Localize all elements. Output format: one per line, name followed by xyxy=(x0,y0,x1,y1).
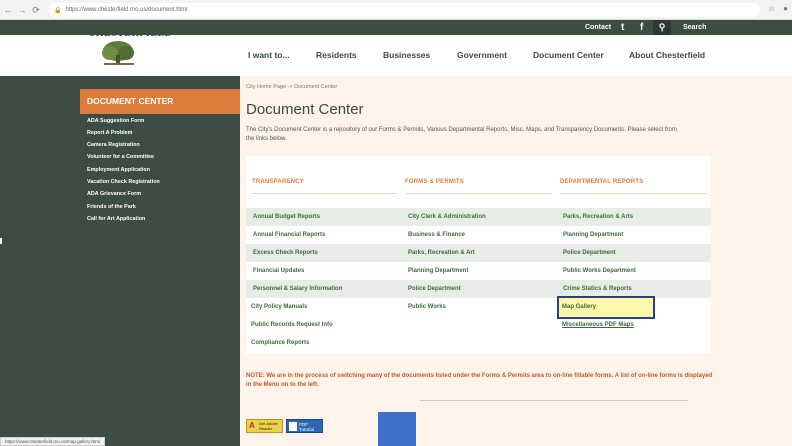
link-business-finance[interactable]: Business & Finance xyxy=(408,232,465,238)
sidebar-item-employment[interactable]: Employment Application xyxy=(87,167,150,173)
contact-link[interactable]: Contact xyxy=(585,20,611,35)
nav-i-want-to[interactable]: I want to... xyxy=(248,50,290,60)
nav-government[interactable]: Government xyxy=(457,50,507,60)
star-icon[interactable]: ☆ xyxy=(768,4,775,13)
link-map-gallery[interactable]: Map Gallery xyxy=(562,304,596,310)
browser-toolbar: ← → ⟳ 🔒 https://www.chesterfield.mo.us/d… xyxy=(0,0,792,20)
divider xyxy=(405,193,552,194)
nav-document-center[interactable]: Document Center xyxy=(533,50,604,60)
departmental-reports-header: DEPARTMENTAL REPORTS xyxy=(560,179,644,185)
link-annual-financial[interactable]: Annual Financial Reports xyxy=(253,232,325,238)
forms-permits-header: FORMS & PERMITS xyxy=(405,179,465,185)
site-header: CHESTERFIELD I want to... Residents Busi… xyxy=(0,28,792,76)
adobe-reader-badge[interactable]: A Get Adobe Reader xyxy=(246,419,283,433)
adobe-badge-text: Get Adobe Reader xyxy=(259,421,278,431)
sidebar-item-ada-suggestion[interactable]: ADA Suggestion Form xyxy=(87,118,144,124)
link-city-policy[interactable]: City Policy Manuals xyxy=(251,304,307,310)
divider xyxy=(420,400,688,401)
pdf-tutorial-badge[interactable]: PDF Tutorial xyxy=(286,419,323,433)
breadcrumb[interactable]: City Home Page -> Document Center xyxy=(246,84,337,90)
transparency-header: TRANSPARENCY xyxy=(252,179,304,185)
sidebar-item-ada-grievance[interactable]: ADA Grievance Form xyxy=(87,191,141,197)
forward-icon[interactable]: → xyxy=(16,4,28,16)
facebook-icon[interactable]: f xyxy=(640,20,643,35)
link-parks-rec-arts-report[interactable]: Parks, Recreation & Arts xyxy=(563,214,633,220)
reload-icon[interactable]: ⟳ xyxy=(30,4,42,16)
url-text[interactable]: https://www.chesterfield.mo.us/document.… xyxy=(65,7,187,13)
link-crime-statics[interactable]: Crime Statics & Reports xyxy=(563,286,632,292)
address-bar[interactable]: 🔒 https://www.chesterfield.mo.us/documen… xyxy=(48,3,760,17)
mouse-cursor xyxy=(0,238,2,244)
link-personnel-salary[interactable]: Personnel & Salary Information xyxy=(253,286,342,292)
divider xyxy=(560,193,707,194)
link-police-report[interactable]: Police Department xyxy=(563,250,616,256)
back-icon[interactable]: ← xyxy=(2,4,14,16)
blue-overlay-block xyxy=(378,412,416,446)
logo-text[interactable]: CHESTERFIELD xyxy=(88,28,172,39)
link-police-forms[interactable]: Police Department xyxy=(408,286,461,292)
sidebar-item-call-for-art[interactable]: Call for Art Application xyxy=(87,216,145,222)
divider xyxy=(252,193,397,194)
search-icon[interactable]: ⚲ xyxy=(653,20,671,35)
intro-text: The City's Document Center is a reposito… xyxy=(246,127,677,142)
sidebar-item-report-problem[interactable]: Report A Problem xyxy=(87,130,132,136)
twitter-icon[interactable]: t xyxy=(621,20,624,35)
document-icon xyxy=(289,422,297,431)
sidebar-item-friends-park[interactable]: Friends of the Park xyxy=(87,204,136,210)
tree-logo-icon[interactable] xyxy=(86,39,164,73)
nav-residents[interactable]: Residents xyxy=(316,50,357,60)
adobe-icon: A xyxy=(249,421,255,430)
link-planning-forms[interactable]: Planning Department xyxy=(408,268,468,274)
link-annual-budget[interactable]: Annual Budget Reports xyxy=(253,214,320,220)
page-title: Document Center xyxy=(246,101,364,118)
link-misc-pdf-maps[interactable]: Miscellaneous PDF Maps xyxy=(562,322,634,328)
status-bar-url: https://www.chesterfield.mo.us/map-galle… xyxy=(0,437,105,446)
link-public-works-report[interactable]: Public Works Department xyxy=(563,268,636,274)
sidebar-item-volunteer[interactable]: Volunteer for a Committee xyxy=(87,154,154,160)
sidebar-title: DOCUMENT CENTER xyxy=(80,89,240,114)
lock-icon: 🔒 xyxy=(54,7,62,14)
link-planning-report[interactable]: Planning Department xyxy=(563,232,623,238)
profile-icon[interactable]: ● xyxy=(783,4,788,13)
nav-businesses[interactable]: Businesses xyxy=(383,50,430,60)
link-excess-check[interactable]: Excess Check Reports xyxy=(253,250,318,256)
link-public-works-forms[interactable]: Public Works xyxy=(408,304,446,310)
link-compliance-reports[interactable]: Compliance Reports xyxy=(251,340,309,346)
forms-note: NOTE: We are in the process of switching… xyxy=(246,373,713,388)
sidebar-item-camera-registration[interactable]: Camera Registration xyxy=(87,142,140,148)
link-parks-rec-art[interactable]: Parks, Recreation & Art xyxy=(408,250,475,256)
sidebar-item-vacation-check[interactable]: Vacation Check Registration xyxy=(87,179,160,185)
nav-about-chesterfield[interactable]: About Chesterfield xyxy=(629,50,705,60)
link-public-records[interactable]: Public Records Request Info xyxy=(251,322,333,328)
pdf-tutorial-text: PDF Tutorial xyxy=(299,422,314,432)
link-financial-updates[interactable]: Financial Updates xyxy=(253,268,304,274)
link-city-clerk[interactable]: City Clerk & Administration xyxy=(408,214,486,220)
search-link[interactable]: Search xyxy=(683,20,706,35)
